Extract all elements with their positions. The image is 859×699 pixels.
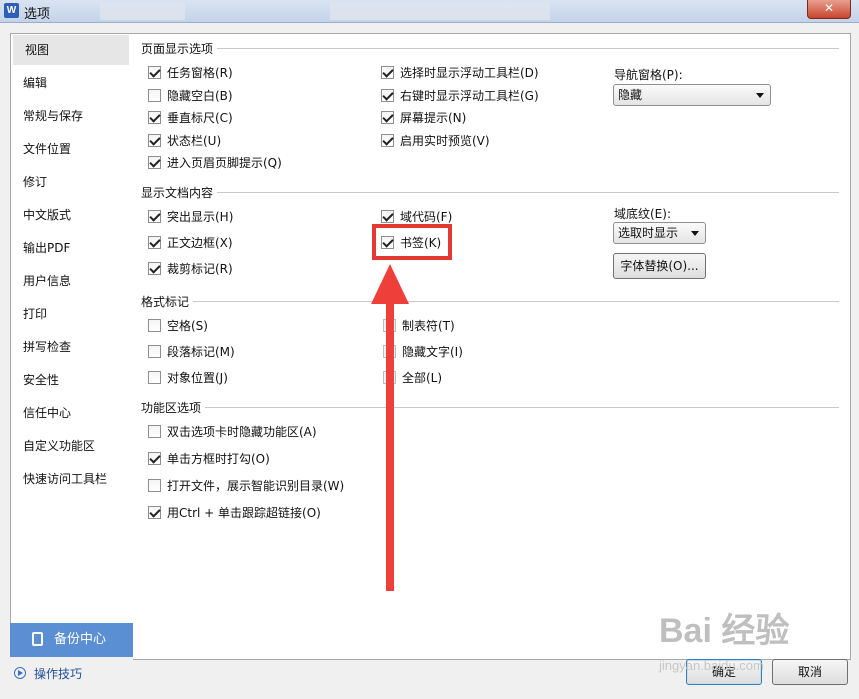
checkbox-box[interactable] [148,111,161,124]
nav-pane-label: 导航窗格(P): [614,68,683,82]
checkbox-label: 打开文件，展示智能识别目录(W) [167,479,345,493]
sidebar-item-user-info[interactable]: 用户信息 [11,266,129,296]
annotation-highlight-box [372,224,452,260]
section-title-format-marks: 格式标记 [141,295,190,309]
checkbox-label: 突出显示(H) [167,210,234,224]
backup-icon [32,632,43,646]
baidu-watermark: Bai 经验 [659,612,790,650]
sidebar-item-export-pdf[interactable]: 输出PDF [11,233,129,263]
checkbox-label: 右键时显示浮动工具栏(G) [400,89,539,103]
sidebar-item-edit[interactable]: 编辑 [11,68,129,98]
sidebar-item-file-location[interactable]: 文件位置 [11,134,129,164]
checkbox-box[interactable] [148,89,161,102]
checkbox-label: 正文边框(X) [167,236,233,250]
checkbox-box[interactable] [148,262,161,275]
annotation-arrow-head-icon [371,264,409,304]
sidebar-item-chinese-layout[interactable]: 中文版式 [11,200,129,230]
checkbox-label: 任务窗格(R) [167,66,233,80]
section-title-ribbon: 功能区选项 [141,401,202,415]
play-circle-icon [14,667,26,679]
checkbox-label: 屏幕提示(N) [400,111,467,125]
checkbox-label: 选择时显示浮动工具栏(D) [400,66,539,80]
checkbox-label: 垂直标尺(C) [167,111,233,125]
checkbox-box[interactable] [148,210,161,223]
checkbox-box[interactable] [148,236,161,249]
options-sidebar: 视图 编辑 常规与保存 文件位置 修订 中文版式 输出PDF 用户信息 打印 拼… [10,33,134,625]
sidebar-item-view[interactable]: 视图 [13,35,129,65]
checkbox-box[interactable] [148,319,161,332]
checkbox-label: 域代码(F) [400,210,453,224]
close-button[interactable]: ✕ [807,0,851,19]
checkbox-box[interactable] [148,506,161,519]
font-substitution-button[interactable]: 字体替换(O)... [613,253,706,279]
checkbox-box[interactable] [381,89,394,102]
checkbox-box[interactable] [148,134,161,147]
sidebar-item-security[interactable]: 安全性 [11,365,129,395]
checkbox-box[interactable] [148,425,161,438]
chevron-down-icon [756,93,764,98]
field-shading-value: 选取时显示 [618,226,679,240]
checkbox-label: 全部(L) [402,371,443,385]
checkbox-label: 进入页眉页脚提示(Q) [167,156,282,170]
nav-pane-value: 隐藏 [618,88,643,102]
checkbox-label: 用Ctrl + 单击跟踪超链接(O) [167,506,321,520]
checkbox-box[interactable] [381,66,394,79]
sidebar-item-customize-ribbon[interactable]: 自定义功能区 [11,431,129,461]
sidebar-item-trust-center[interactable]: 信任中心 [11,398,129,428]
checkbox-label: 制表符(T) [402,319,455,333]
checkbox-box[interactable] [381,210,394,223]
checkbox-label: 单击方框时打勾(O) [167,452,270,466]
sidebar-item-spell-check[interactable]: 拼写检查 [11,332,129,362]
checkbox-box[interactable] [148,479,161,492]
section-divider [193,301,839,302]
cancel-button[interactable]: 取消 [772,659,848,685]
section-divider [217,192,839,193]
baidu-watermark-url: jingyan.baidu.com [659,658,764,673]
section-divider [217,48,839,49]
checkbox-label: 状态栏(U) [167,134,222,148]
title-bar: W 选项 ✕ [0,0,859,23]
checkbox-label: 空格(S) [167,319,208,333]
checkbox-box[interactable] [381,134,394,147]
checkbox-label: 双击选项卡时隐藏功能区(A) [167,425,317,439]
checkbox-label: 裁剪标记(R) [167,262,233,276]
sidebar-item-quick-access[interactable]: 快速访问工具栏 [11,464,129,494]
window-title: 选项 [24,7,51,22]
sidebar-item-revision[interactable]: 修订 [11,167,129,197]
checkbox-label: 隐藏文字(I) [402,345,463,359]
checkbox-box[interactable] [148,452,161,465]
annotation-arrow-shaft [386,300,394,591]
field-shading-label: 域底纹(E): [614,207,671,221]
checkbox-box[interactable] [381,111,394,124]
chevron-down-icon [691,231,699,236]
options-panel [133,33,851,660]
checkbox-label: 段落标记(M) [167,345,235,359]
field-shading-select[interactable]: 选取时显示 [613,222,706,244]
sidebar-item-print[interactable]: 打印 [11,299,129,329]
section-title-page-display: 页面显示选项 [141,42,214,56]
backup-center-button[interactable]: 备份中心 [10,623,134,657]
checkbox-label: 隐藏空白(B) [167,89,233,103]
nav-pane-select[interactable]: 隐藏 [613,84,771,106]
section-title-doc-content: 显示文档内容 [141,186,214,200]
backup-center-label: 备份中心 [54,632,107,647]
sidebar-item-general-save[interactable]: 常规与保存 [11,101,129,131]
background-blur [100,2,185,20]
checkbox-box[interactable] [148,345,161,358]
tips-label: 操作技巧 [34,667,83,681]
checkbox-box[interactable] [148,371,161,384]
checkbox-box[interactable] [148,66,161,79]
checkbox-box[interactable] [148,156,161,169]
section-divider [205,407,839,408]
wps-app-icon: W [4,3,19,18]
background-blur [330,2,550,20]
checkbox-label: 启用实时预览(V) [400,134,490,148]
checkbox-label: 对象位置(J) [167,371,228,385]
